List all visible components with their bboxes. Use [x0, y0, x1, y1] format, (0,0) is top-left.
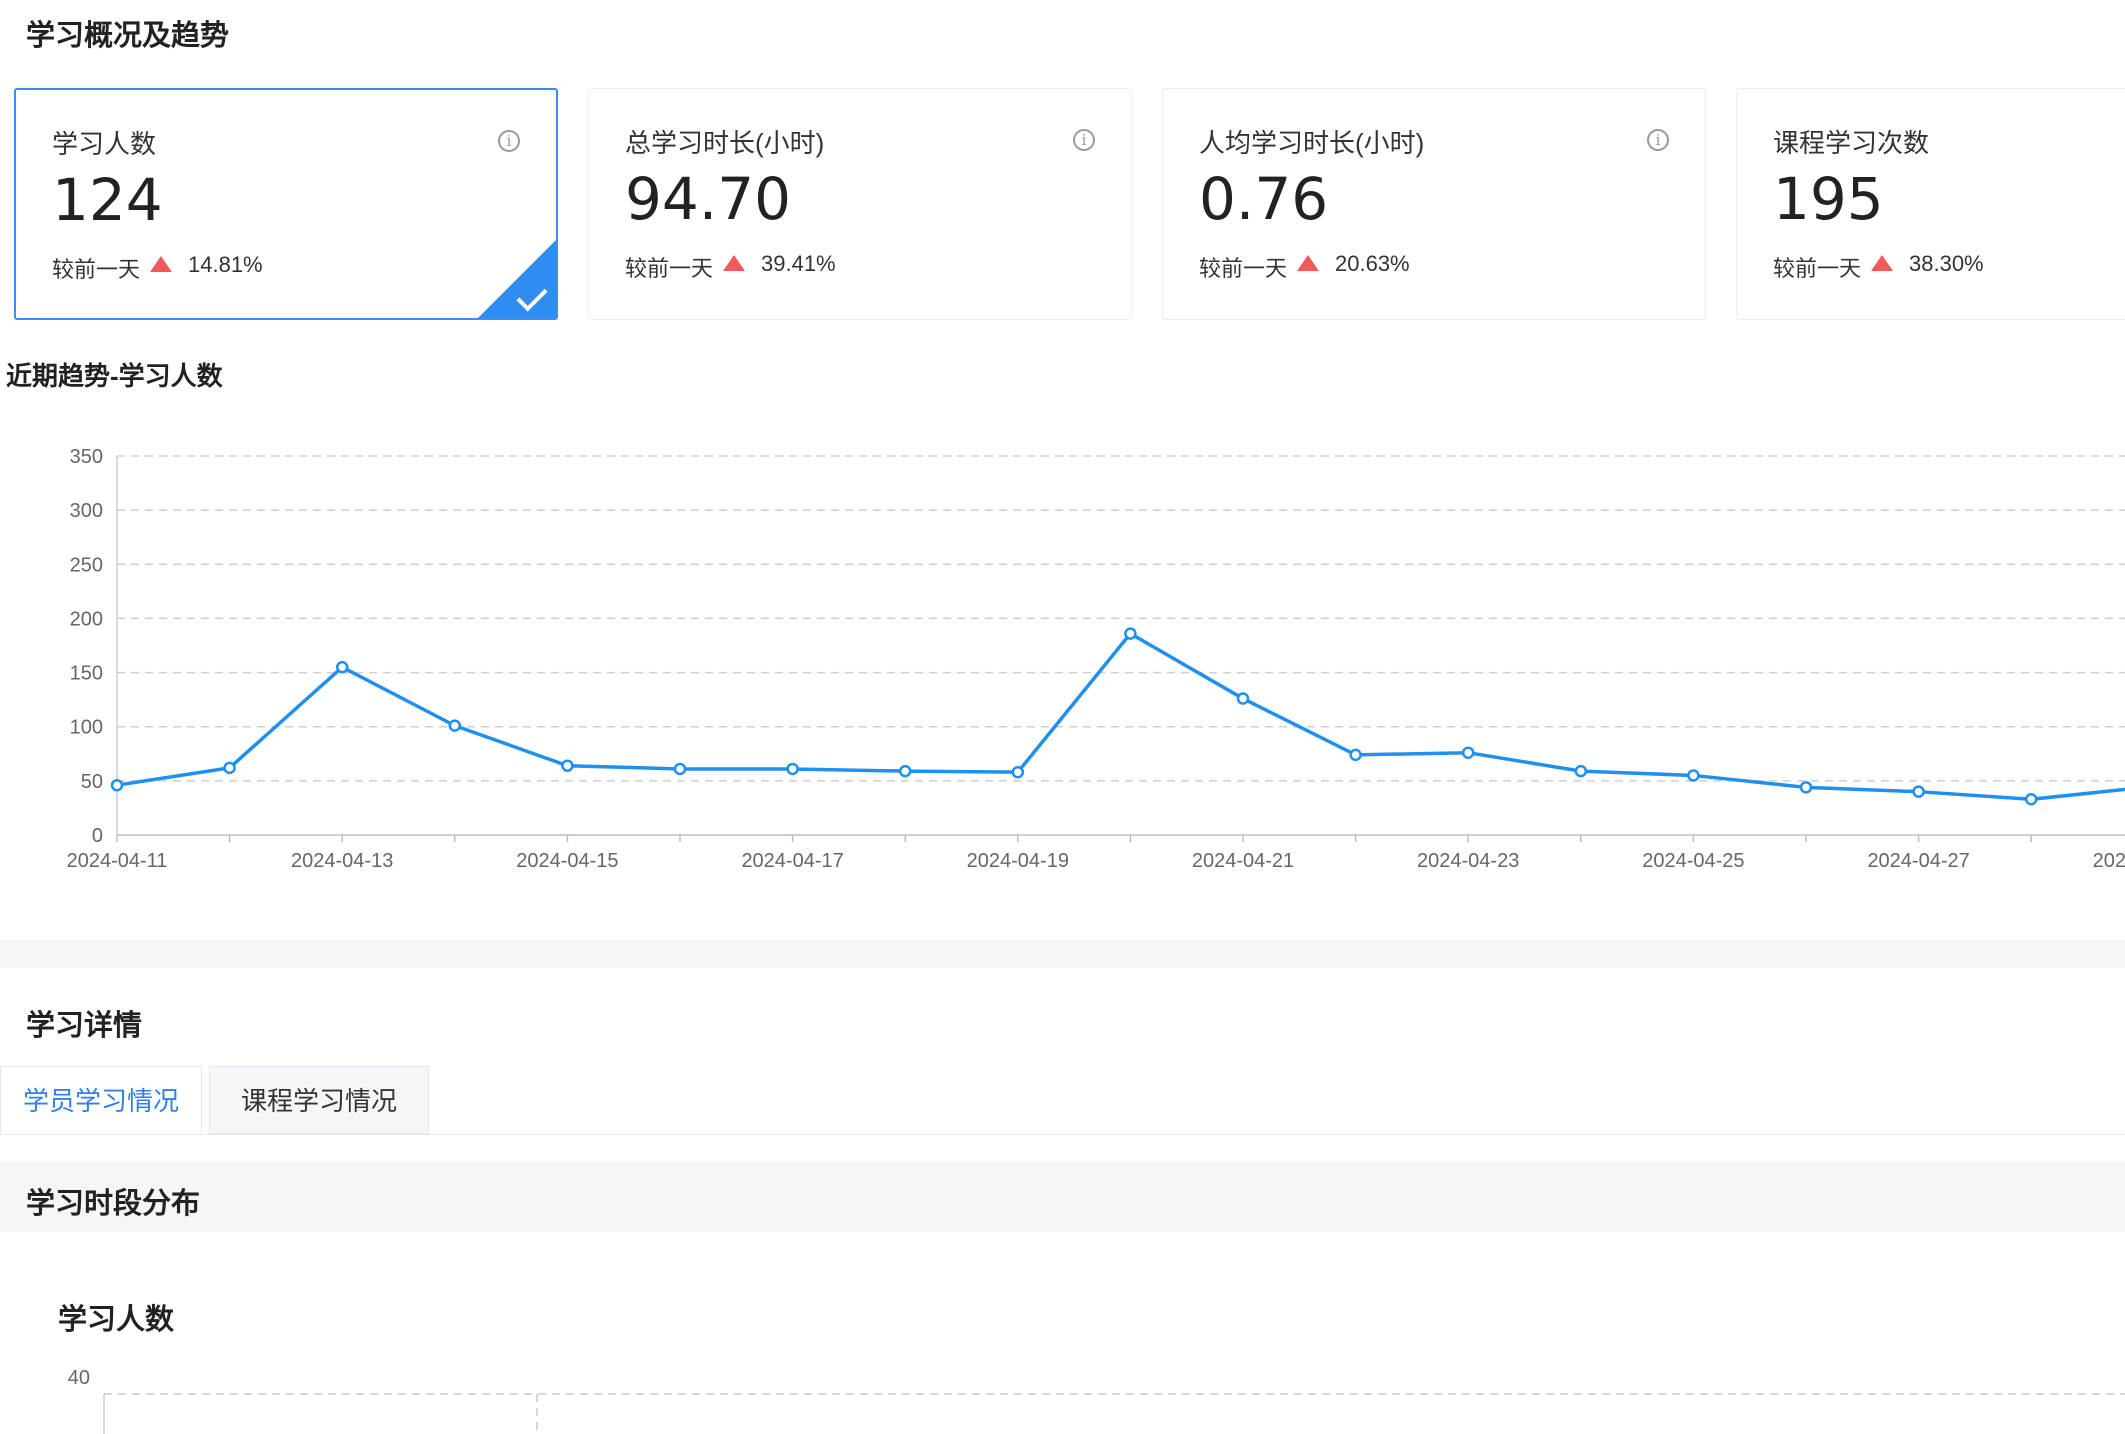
selected-corner	[478, 240, 556, 318]
y-tick-label: 200	[70, 608, 103, 630]
data-point	[1799, 781, 1813, 794]
card-value: 0.76	[1199, 165, 1329, 233]
x-tick-label: 2024-04-19	[967, 850, 1069, 872]
data-point	[1461, 746, 1475, 759]
info-icon[interactable]: i	[498, 130, 520, 152]
data-point	[898, 764, 912, 778]
trend-up-icon	[723, 255, 745, 271]
y-tick-label: 250	[70, 554, 103, 576]
y-tick-label: 50	[81, 771, 103, 793]
data-point	[1124, 627, 1137, 640]
detail-title: 学习详情	[26, 1010, 143, 1042]
series-line	[116, 631, 2125, 802]
change-percent: 38.30%	[1909, 251, 1984, 276]
y-tick-label: 300	[70, 500, 103, 522]
data-point	[1574, 764, 1588, 778]
data-point	[1011, 765, 1025, 779]
x-tick-label: 2024-04-25	[1642, 850, 1744, 872]
data-point	[223, 761, 236, 775]
change-percent: 14.81%	[188, 252, 263, 277]
card-label: 总学习时长(小时)	[625, 128, 825, 158]
compare-label: 较前一天	[1773, 256, 1862, 281]
y-tick-label: 0	[92, 825, 103, 847]
data-point	[1687, 769, 1700, 782]
data-point	[110, 778, 124, 792]
x-tick-label: 2024-04-23	[1417, 850, 1519, 872]
card-label: 课程学习次数	[1773, 128, 1930, 158]
data-point	[1349, 748, 1362, 762]
card-total-hours[interactable]: 总学习时长(小时) i 94.70 较前一天 39.41%	[588, 88, 1132, 320]
data-point	[2024, 793, 2038, 806]
x-tick-label: 2024-04-29	[2093, 850, 2125, 872]
trend-line-chart: 0 50 100 150 200 250 300 350 2024-04-11 2024-04-1…	[67, 446, 2125, 872]
overview-title: 学习概况及趋势	[26, 20, 230, 52]
card-value: 124	[52, 166, 163, 234]
data-point	[786, 762, 799, 776]
y-tick-label: 150	[70, 663, 103, 685]
card-course-sessions[interactable]: 课程学习次数 195 较前一天 38.30%	[1736, 88, 2125, 320]
data-point	[1912, 785, 1925, 798]
y-tick-label: 100	[70, 717, 103, 739]
tab-course-study[interactable]: 课程学习情况	[209, 1066, 429, 1134]
card-label: 人均学习时长(小时)	[1199, 128, 1425, 158]
period-title: 学习时段分布	[26, 1188, 201, 1220]
trend-up-icon	[1871, 255, 1893, 271]
data-point	[335, 660, 349, 674]
change-percent: 20.63%	[1335, 251, 1410, 276]
card-learners[interactable]: 学习人数 i 124 较前一天 14.81%	[14, 88, 558, 320]
x-tick-label: 2024-04-15	[516, 850, 618, 872]
compare-label: 较前一天	[625, 256, 714, 281]
data-point	[448, 719, 462, 732]
section-separator	[0, 940, 2125, 968]
card-value: 195	[1773, 165, 1884, 233]
card-value: 94.70	[625, 165, 792, 233]
x-tick-label: 2024-04-17	[741, 850, 843, 872]
data-point	[673, 762, 687, 776]
card-label: 学习人数	[52, 129, 157, 159]
trend-title: 近期趋势-学习人数	[6, 361, 223, 391]
data-point	[561, 759, 574, 772]
info-icon[interactable]: i	[1647, 129, 1669, 151]
card-avg-hours[interactable]: 人均学习时长(小时) i 0.76 较前一天 20.63%	[1162, 88, 1706, 320]
y-tick-label: 350	[70, 446, 103, 468]
data-point	[1236, 692, 1250, 705]
info-icon[interactable]: i	[1073, 129, 1095, 151]
trend-up-icon	[1297, 255, 1319, 271]
change-percent: 39.41%	[761, 251, 836, 276]
period-header: 学习时段分布	[0, 1162, 2125, 1232]
x-tick-label: 2024-04-13	[291, 850, 393, 872]
detail-tabs: 学员学习情况 课程学习情况	[0, 1066, 2125, 1135]
compare-label: 较前一天	[52, 257, 141, 282]
y-tick-label: 40	[68, 1367, 90, 1389]
x-tick-label: 2024-04-21	[1192, 850, 1294, 872]
period-chart-title: 学习人数	[58, 1304, 175, 1336]
x-tick-label: 2024-04-11	[67, 850, 168, 872]
period-chart: 40	[68, 1367, 2125, 1434]
compare-label: 较前一天	[1199, 256, 1288, 281]
x-tick-label: 2024-04-27	[1867, 850, 1969, 872]
trend-up-icon	[150, 256, 172, 272]
tab-learner-study[interactable]: 学员学习情况	[0, 1066, 202, 1134]
